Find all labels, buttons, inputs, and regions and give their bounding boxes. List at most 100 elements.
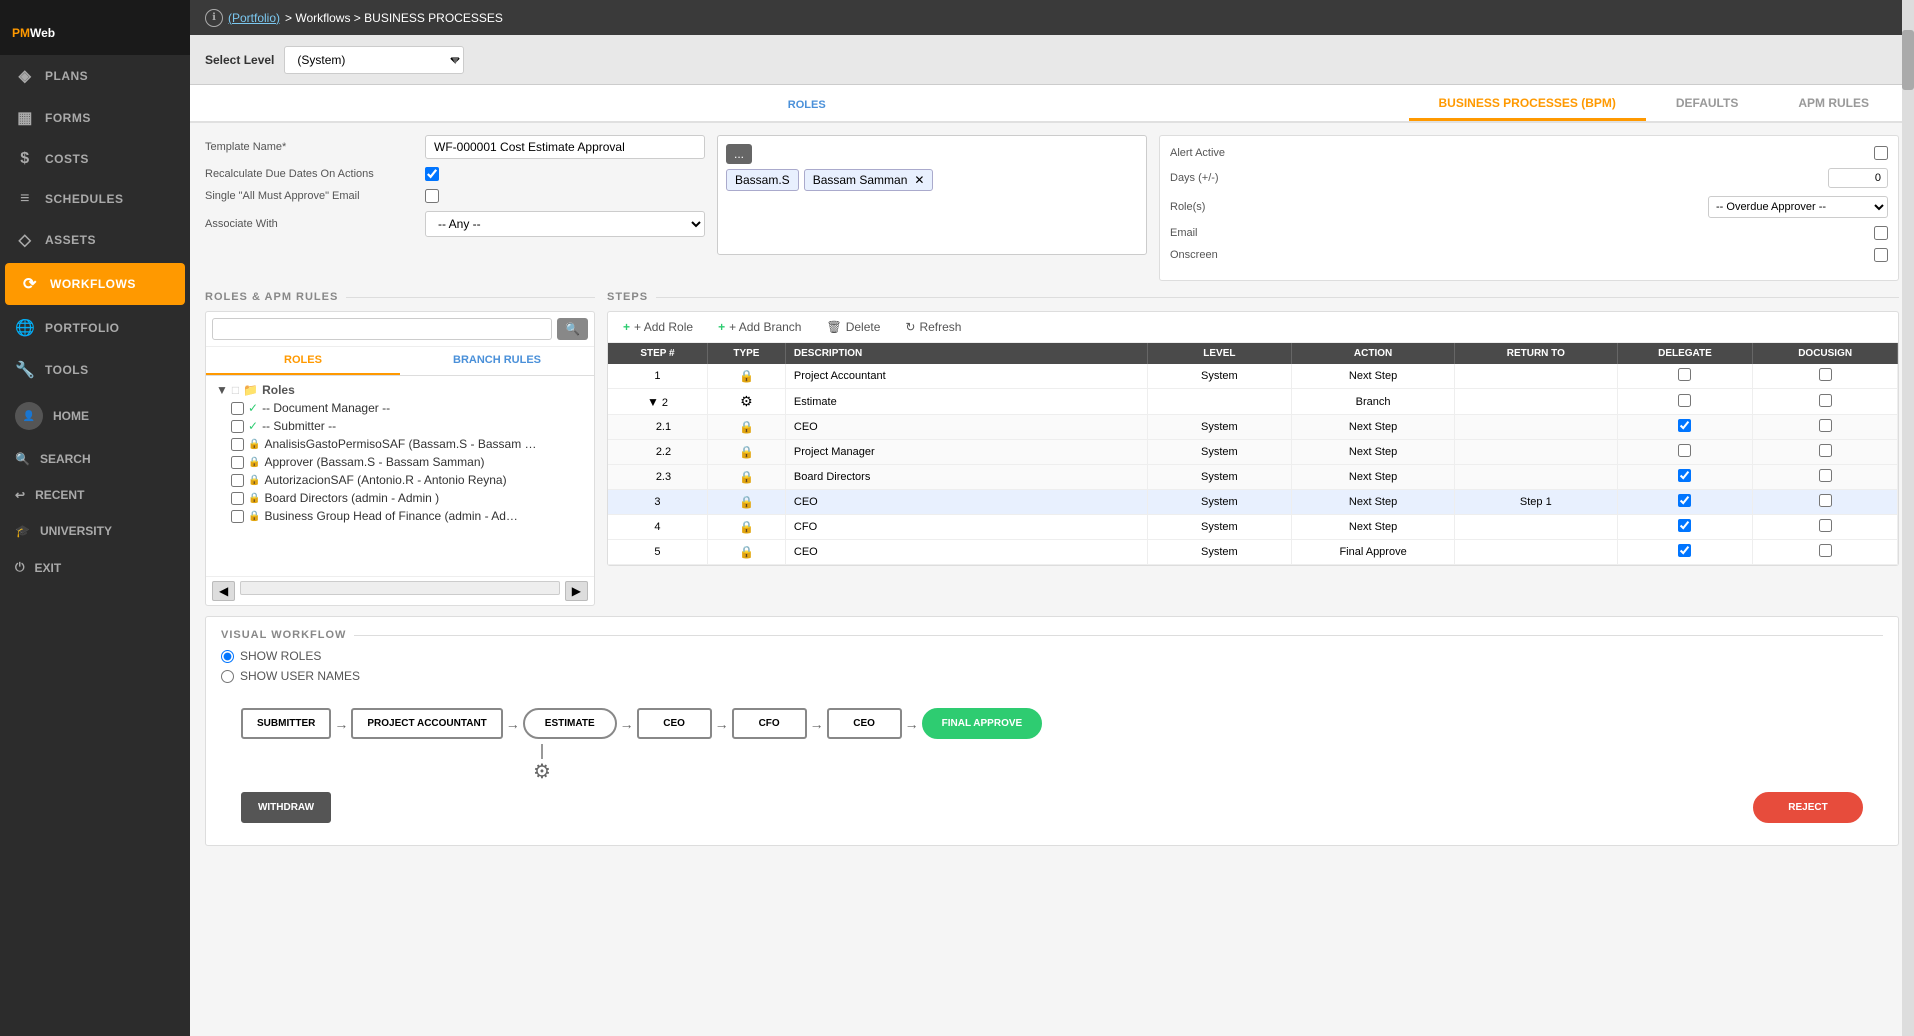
submitter-checkbox[interactable] <box>231 420 244 433</box>
single-email-checkbox[interactable] <box>425 189 439 203</box>
tab-bpm[interactable]: BUSINESS PROCESSES (BPM) <box>1409 88 1646 121</box>
table-row[interactable]: 2.2 🔒 Project Manager System Next Step <box>608 440 1898 465</box>
sidebar-item-search[interactable]: 🔍 SEARCH <box>0 441 190 477</box>
delegate-check-5[interactable] <box>1678 544 1691 557</box>
roles-select[interactable]: -- Overdue Approver -- <box>1708 196 1888 218</box>
docusign-check-5[interactable] <box>1819 544 1832 557</box>
breadcrumb-separator: > Workflows > BUSINESS PROCESSES <box>285 11 503 25</box>
level-select-input[interactable]: (System) <box>284 46 464 74</box>
vertical-scrollbar[interactable] <box>1902 0 1914 1036</box>
branch-expander[interactable]: ▼ <box>647 395 659 409</box>
recalculate-checkbox[interactable] <box>425 167 439 181</box>
logo-text: PMWeb <box>12 12 55 44</box>
alert-active-checkbox[interactable] <box>1874 146 1888 160</box>
docusign-check-4[interactable] <box>1819 519 1832 532</box>
delegate-check-3[interactable] <box>1678 494 1691 507</box>
col-description: DESCRIPTION <box>785 343 1147 364</box>
sidebar-item-tools[interactable]: 🔧 TOOLS <box>0 349 190 391</box>
sidebar-item-recent[interactable]: ↩ RECENT <box>0 477 190 513</box>
analisis-checkbox[interactable] <box>231 438 244 451</box>
delegate-check-1[interactable] <box>1678 368 1691 381</box>
step-level-1: System <box>1147 364 1292 389</box>
docusign-check-1[interactable] <box>1819 368 1832 381</box>
lock-icon: 🔒 <box>739 495 754 509</box>
sidebar-item-workflows[interactable]: ⟳ WORKFLOWS <box>5 263 185 305</box>
table-row[interactable]: 5 🔒 CEO System Final Approve <box>608 540 1898 565</box>
sidebar-item-assets[interactable]: ◇ ASSETS <box>0 219 190 261</box>
docusign-check-2[interactable] <box>1819 394 1832 407</box>
scrollbar-thumb[interactable] <box>1902 30 1914 90</box>
col-step-num: STEP # <box>608 343 707 364</box>
days-input[interactable] <box>1828 168 1888 188</box>
sidebar-item-forms[interactable]: ▦ FORMS <box>0 97 190 139</box>
add-role-icon: + <box>623 320 630 334</box>
show-user-names-radio[interactable] <box>221 670 234 683</box>
folder-expand-icon[interactable]: ▼ <box>216 383 228 397</box>
step-return-2-3 <box>1454 465 1617 490</box>
sidebar-item-costs[interactable]: $ COSTS <box>0 139 190 179</box>
tab-branch-rules[interactable]: BRANCH RULES <box>400 347 594 375</box>
associate-with-select[interactable]: -- Any -- <box>425 211 705 237</box>
docusign-check-2-3[interactable] <box>1819 469 1832 482</box>
table-row[interactable]: ▼2 ⚙ Estimate Branch <box>608 389 1898 415</box>
roles-search-button[interactable]: 🔍 <box>557 318 588 340</box>
docusign-check-3[interactable] <box>1819 494 1832 507</box>
approver-checkbox[interactable] <box>231 456 244 469</box>
docusign-check-2-2[interactable] <box>1819 444 1832 457</box>
sidebar-item-plans[interactable]: ◈ PLANS <box>0 55 190 97</box>
delegate-check-2[interactable] <box>1678 394 1691 407</box>
roles-search-input[interactable] <box>212 318 552 340</box>
more-button[interactable]: ... <box>726 144 752 164</box>
wf-node-reject: REJECT <box>1753 792 1863 823</box>
tabs-bar: ROLES BUSINESS PROCESSES (BPM) DEFAULTS … <box>190 85 1914 123</box>
tab-roles[interactable]: ROLES <box>205 92 1409 121</box>
table-row[interactable]: 2.1 🔒 CEO System Next Step <box>608 415 1898 440</box>
step-num-3: 3 <box>608 490 707 515</box>
step-delegate-3 <box>1617 490 1753 515</box>
email-row: Email <box>1170 226 1888 240</box>
sidebar-item-schedules[interactable]: ≡ SCHEDULES <box>0 179 190 219</box>
docusign-check-2-1[interactable] <box>1819 419 1832 432</box>
tab-roles-sub[interactable]: ROLES <box>206 347 400 375</box>
onscreen-row: Onscreen <box>1170 248 1888 262</box>
tab-defaults[interactable]: DEFAULTS <box>1646 88 1768 121</box>
list-item: 🔒 AnalisisGastoPermisoSAF (Bassam.S - Ba… <box>211 435 589 453</box>
portfolio-link[interactable]: (Portfolio) <box>228 11 280 25</box>
remove-approver-icon[interactable]: ✕ <box>914 173 924 187</box>
add-role-button[interactable]: + + Add Role <box>618 318 698 336</box>
autorizacion-checkbox[interactable] <box>231 474 244 487</box>
add-branch-button[interactable]: + + Add Branch <box>713 318 806 336</box>
step-desc-2-2: Project Manager <box>785 440 1147 465</box>
delete-button[interactable]: 🗑 Delete <box>821 318 885 336</box>
delegate-check-2-2[interactable] <box>1678 444 1691 457</box>
board-checkbox[interactable] <box>231 492 244 505</box>
sidebar-item-home[interactable]: 👤 HOME <box>0 391 190 441</box>
step-type-1: 🔒 <box>707 364 785 389</box>
scroll-right-btn[interactable]: ▶ <box>565 581 588 601</box>
email-checkbox[interactable] <box>1874 226 1888 240</box>
onscreen-checkbox[interactable] <box>1874 248 1888 262</box>
sidebar-item-portfolio[interactable]: 🌐 PORTFOLIO <box>0 307 190 349</box>
delegate-check-2-1[interactable] <box>1678 419 1691 432</box>
scroll-left-btn[interactable]: ◀ <box>212 581 235 601</box>
step-num-5: 5 <box>608 540 707 565</box>
refresh-button[interactable]: ↻ Refresh <box>900 318 966 336</box>
tab-apm-rules[interactable]: APM RULES <box>1768 88 1899 121</box>
sidebar-nav: ◈ PLANS ▦ FORMS $ COSTS ≡ SCHEDULES ◇ AS… <box>0 55 190 1036</box>
delegate-check-4[interactable] <box>1678 519 1691 532</box>
info-icon[interactable]: ℹ <box>205 9 223 27</box>
sidebar-item-university[interactable]: 🎓 UNIVERSITY <box>0 513 190 549</box>
business-group-checkbox[interactable] <box>231 510 244 523</box>
form-fields: Template Name* Recalculate Due Dates On … <box>205 135 705 281</box>
branch-people-icon: ⚙ <box>533 759 551 784</box>
doc-manager-checkbox[interactable] <box>231 402 244 415</box>
delegate-check-2-3[interactable] <box>1678 469 1691 482</box>
wf-main-row: SUBMITTER → PROJECT ACCOUNTANT → ESTIMAT… <box>241 708 1863 739</box>
sidebar-item-exit[interactable]: ⏻ EXIT <box>0 549 190 586</box>
table-row[interactable]: 3 🔒 CEO System Next Step Step 1 <box>608 490 1898 515</box>
table-row[interactable]: 2.3 🔒 Board Directors System Next Step <box>608 465 1898 490</box>
template-name-input[interactable] <box>425 135 705 159</box>
table-row[interactable]: 4 🔒 CFO System Next Step <box>608 515 1898 540</box>
show-roles-radio[interactable] <box>221 650 234 663</box>
table-row[interactable]: 1 🔒 Project Accountant System Next Step <box>608 364 1898 389</box>
